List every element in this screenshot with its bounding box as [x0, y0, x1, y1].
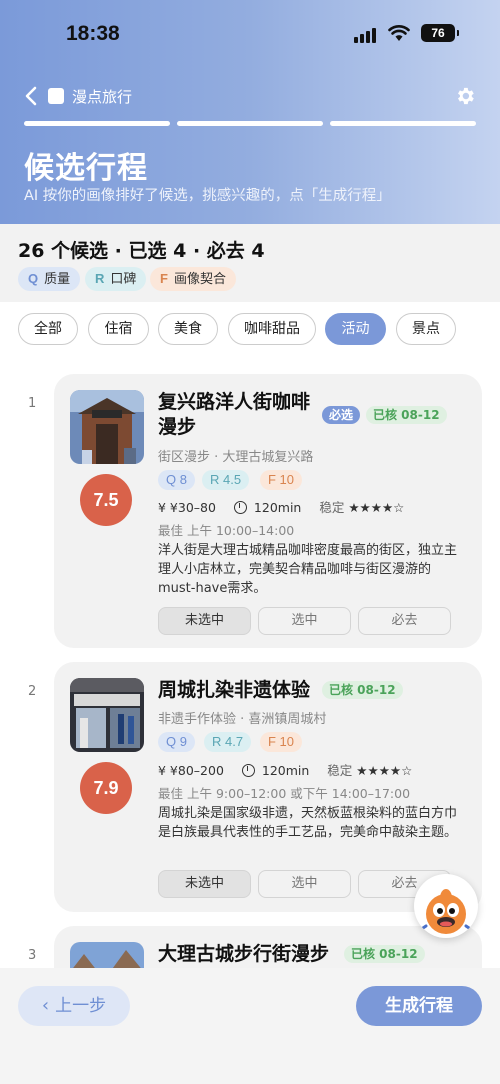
gear-icon[interactable]: [454, 85, 476, 107]
score-badge: 7.9: [80, 762, 132, 814]
fit-pill: F 10: [260, 732, 303, 752]
status-time: 18:38: [66, 22, 120, 45]
place-description: 周城扎染是国家级非遗，天然板蓝根染料的蓝白方巾是白族最具代表性的手工艺品，完美命…: [158, 806, 458, 840]
candidate-card[interactable]: 7.5 复兴路洋人街咖啡 漫步 必选 已核 08-12 街区漫步 · 大理古城复…: [54, 374, 482, 648]
duration: 120min: [261, 763, 310, 778]
score-badge: 7.5: [80, 474, 132, 526]
quality-pill: Q 9: [158, 732, 195, 752]
candidate-card[interactable]: 大理古城步行街漫步 已核 08-12: [54, 926, 482, 968]
place-category: 街区漫步 · 大理古城复兴路: [158, 450, 314, 465]
unselect-button[interactable]: 未选中: [158, 870, 251, 898]
app-logo-icon: [48, 88, 64, 104]
reputation-pill: R 4.7: [204, 732, 252, 752]
must-go-tag: 必选: [322, 406, 361, 424]
page-subtitle: AI 按你的画像排好了候选，挑感兴趣的，点「生成行程」: [24, 188, 391, 204]
filter-activity[interactable]: 活动: [325, 313, 386, 345]
card-index: 2: [28, 684, 37, 699]
status-bar: 18:38 76: [0, 18, 500, 50]
verified-tag: 已核 08-12: [366, 406, 447, 424]
legend-quality: Q 质量: [18, 267, 81, 291]
page-title: 候选行程: [24, 151, 148, 186]
candidate-summary: 26 个候选 · 已选 4 · 必去 4 Q 质量 R 口碑 F 画像契合: [0, 224, 500, 302]
price: ¥ ¥30–80: [158, 500, 216, 515]
stability-label: 稳定: [327, 763, 353, 778]
filter-cafe-dessert[interactable]: 咖啡甜品: [228, 313, 316, 345]
reputation-pill: R 4.5: [202, 470, 250, 490]
bottom-action-bar: ‹ 上一步 生成行程: [0, 968, 500, 1084]
price-duration-line: ¥ ¥30–80 120min 稳定 ★★★★☆: [158, 497, 404, 516]
stability-label: 稳定: [319, 500, 345, 515]
nav-bar: 漫点旅行: [24, 84, 476, 108]
quality-pill: Q 8: [158, 470, 195, 490]
filter-lodging[interactable]: 住宿: [88, 313, 149, 345]
place-name-line2: 漫步: [158, 416, 197, 438]
chevron-left-icon: ‹: [41, 995, 50, 1016]
card-index: 1: [28, 396, 37, 411]
price: ¥ ¥80–200: [158, 763, 224, 778]
wifi-icon: [388, 25, 410, 41]
cellular-signal-icon: [354, 27, 380, 43]
legend-fit: F 画像契合: [150, 267, 236, 291]
must-go-button[interactable]: 必去: [358, 607, 451, 635]
previous-step-button[interactable]: ‹ 上一步: [18, 986, 130, 1026]
verified-tag: 已核 08-12: [344, 945, 425, 963]
best-time: 最佳 上午 9:00–12:00 或下午 14:00–17:00: [158, 786, 411, 801]
place-name: 周城扎染非遗体验: [158, 679, 311, 701]
header: 18:38 76 漫点旅行 候选行程 AI 按你的画像排好了候选，挑感兴趣的，点…: [0, 0, 500, 224]
stability-stars: ★★★★☆: [356, 763, 413, 778]
battery-icon: 76: [421, 24, 459, 42]
verified-tag: 已核 08-12: [322, 681, 403, 699]
category-filter-bar: 全部 住宿 美食 咖啡甜品 活动 景点: [0, 302, 500, 358]
back-chevron-icon[interactable]: [24, 86, 38, 106]
place-photo: [70, 390, 144, 464]
price-duration-line: ¥ ¥80–200 120min 稳定 ★★★★☆: [158, 760, 412, 779]
timer-icon: [233, 501, 247, 514]
filter-food[interactable]: 美食: [158, 313, 218, 345]
place-name: 复兴路洋人街咖啡: [158, 391, 311, 413]
fit-pill: F 10: [260, 470, 303, 490]
candidate-card[interactable]: 7.9 周城扎染非遗体验 已核 08-12 非遗手作体验 · 喜洲镇周城村 Q …: [54, 662, 482, 912]
candidate-list[interactable]: 1 7.5 复兴路洋人街咖啡 漫步 必选 已核 08-12 街区漫步 · 大理古…: [0, 358, 500, 968]
select-button[interactable]: 选中: [258, 607, 351, 635]
place-photo: [70, 678, 144, 752]
timer-icon: [241, 764, 255, 777]
best-time: 最佳 上午 10:00–14:00: [158, 523, 295, 538]
place-description: 洋人街是大理古城精品咖啡密度最高的街区，独立主理人小店林立，完美契合精品咖啡与街…: [158, 543, 458, 596]
place-photo: [70, 942, 144, 968]
select-button[interactable]: 选中: [258, 870, 351, 898]
step-progress: [24, 121, 476, 126]
stability-stars: ★★★★☆: [348, 500, 405, 515]
legend-reputation: R 口碑: [85, 267, 147, 291]
duck-mascot-icon: [418, 889, 474, 934]
unselect-button[interactable]: 未选中: [158, 607, 251, 635]
app-name: 漫点旅行: [72, 88, 133, 106]
generate-itinerary-button[interactable]: 生成行程: [356, 986, 482, 1026]
summary-text: 26 个候选 · 已选 4 · 必去 4: [18, 240, 265, 262]
place-category: 非遗手作体验 · 喜洲镇周城村: [158, 712, 327, 727]
filter-all[interactable]: 全部: [18, 313, 78, 345]
place-name: 大理古城步行街漫步: [158, 943, 330, 965]
assistant-mascot-button[interactable]: [414, 874, 478, 938]
duration: 120min: [253, 500, 302, 515]
card-index: 3: [28, 948, 37, 963]
filter-sights[interactable]: 景点: [396, 313, 456, 345]
